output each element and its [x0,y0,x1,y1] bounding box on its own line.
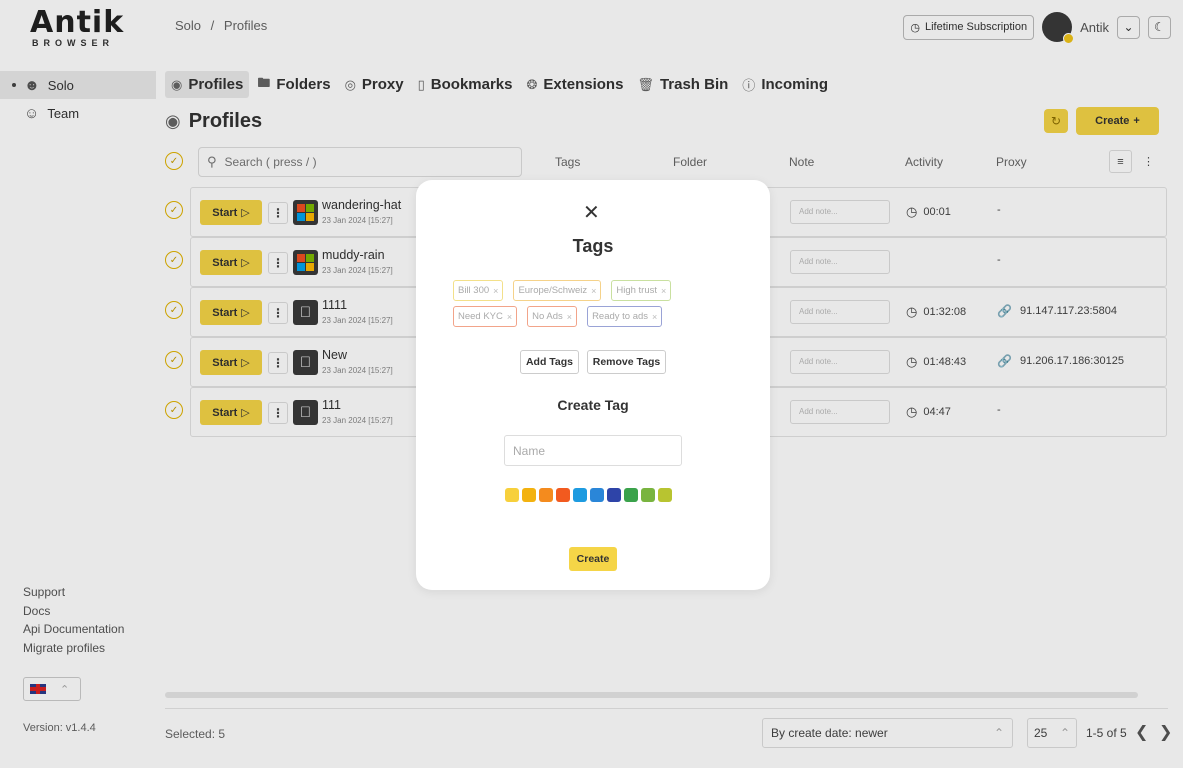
color-swatch[interactable] [573,488,587,502]
color-swatch[interactable] [607,488,621,502]
color-swatch[interactable] [641,488,655,502]
add-tags-button[interactable]: Add Tags [520,350,579,374]
color-swatches [505,488,672,502]
tag-chip[interactable]: Ready to ads × [587,306,663,327]
tag-chip[interactable]: High trust × [611,280,672,301]
modal-title: Tags [572,236,614,256]
tag-label: Bill 300 [458,285,490,296]
create-tag-button[interactable]: Create [569,547,617,571]
tag-chips: Bill 300 × Europe/Schweiz × High trust × Need … [453,280,733,327]
tag-label: No Ads [532,311,563,322]
color-swatch[interactable] [556,488,570,502]
color-swatch[interactable] [539,488,553,502]
tag-label: Ready to ads [592,311,649,322]
color-swatch[interactable] [522,488,536,502]
tag-chip[interactable]: Europe/Schweiz × [513,280,602,301]
tag-label: Need KYC [458,311,503,322]
remove-tag-icon[interactable]: × [591,286,596,296]
create-tag-title: Create Tag [557,397,629,413]
remove-tag-icon[interactable]: × [507,312,512,322]
tag-label: High trust [616,285,658,296]
tag-chip[interactable]: Bill 300 × [453,280,504,301]
tag-label: Europe/Schweiz [518,285,588,296]
remove-tag-icon[interactable]: × [567,312,572,322]
color-swatch[interactable] [624,488,638,502]
remove-tag-icon[interactable]: × [661,286,666,296]
remove-tag-icon[interactable]: × [493,286,498,296]
color-swatch[interactable] [590,488,604,502]
tags-modal: ✕ Tags Bill 300 × Europe/Schweiz × High trus… [416,180,770,590]
tag-chip[interactable]: Need KYC × [453,306,518,327]
remove-tag-icon[interactable]: × [652,312,657,322]
remove-tags-button[interactable]: Remove Tags [587,350,666,374]
color-swatch[interactable] [505,488,519,502]
tag-name-input[interactable]: Name [504,435,682,466]
color-swatch[interactable] [658,488,672,502]
tag-chip[interactable]: No Ads × [527,306,578,327]
close-icon[interactable]: ✕ [583,203,600,223]
